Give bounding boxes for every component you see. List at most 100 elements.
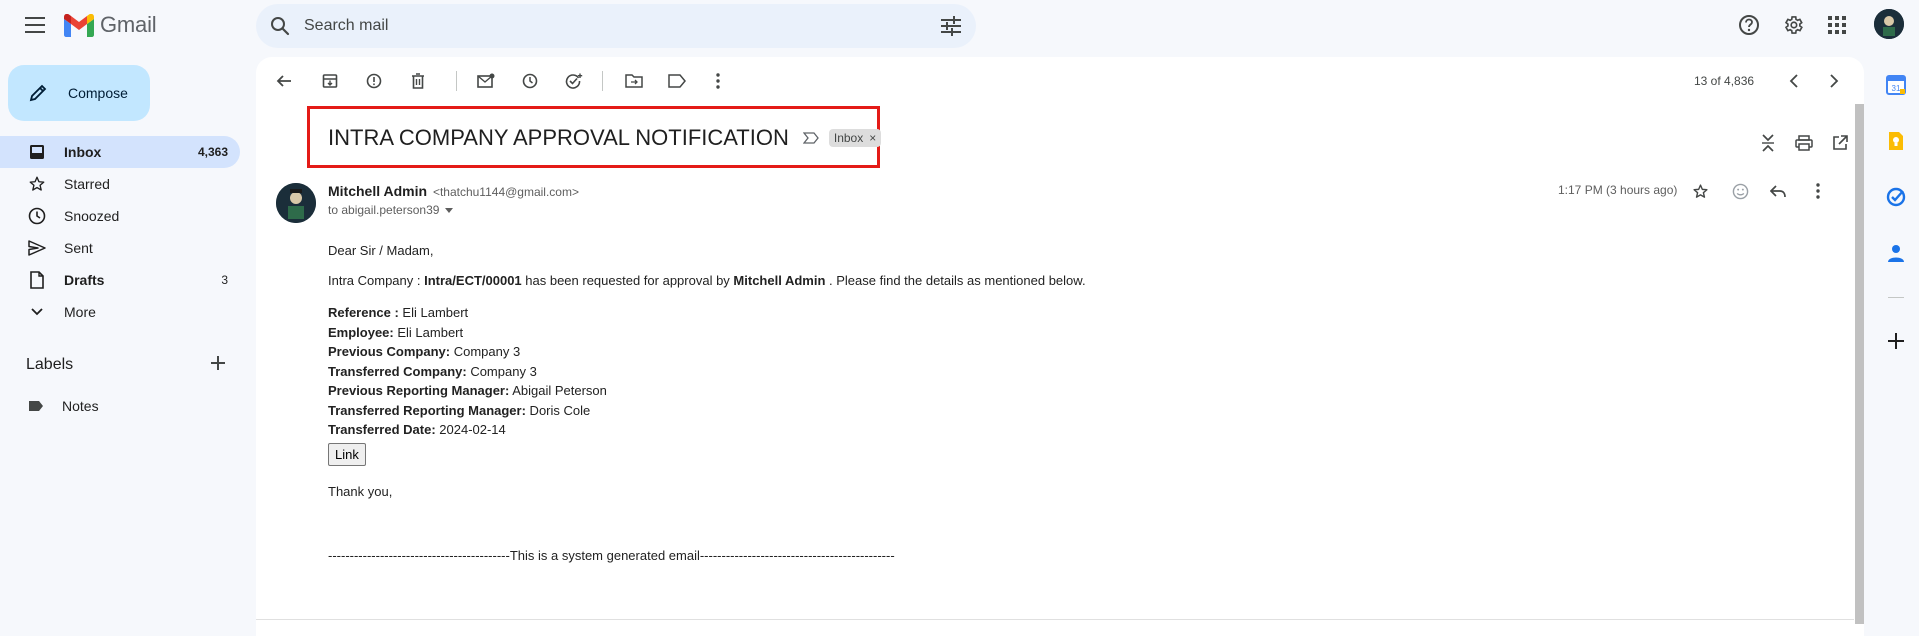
get-addons-button[interactable] [1878,323,1914,359]
email-timestamp: 1:17 PM (3 hours ago) [1558,183,1678,197]
gmail-logo[interactable]: Gmail [64,10,157,40]
back-button[interactable] [268,65,300,97]
chip-label: Inbox [833,131,864,145]
label-tag-icon [28,400,44,412]
system-generated-footer: ----------------------------------------… [328,548,895,563]
reply-button[interactable] [1762,175,1794,207]
sidebar-item-starred[interactable]: Starred [0,168,240,200]
intro-requester: Mitchell Admin [733,273,826,288]
sidebar-item-sent[interactable]: Sent [0,232,240,264]
tasks-app-button[interactable] [1878,179,1914,215]
svg-text:31: 31 [1892,84,1901,93]
sidebar-item-drafts[interactable]: Drafts 3 [0,264,240,296]
draft-file-icon [27,271,47,289]
detail-label: Transferred Reporting Manager: [328,402,526,418]
external-link-icon [1832,135,1848,151]
sidebar-item-inbox[interactable]: Inbox 4,363 [0,136,240,168]
search-options-icon[interactable] [940,15,962,37]
main-menu-button[interactable] [16,6,54,44]
detail-row: Reference : Eli Lambert [328,303,1086,323]
email-subject-row: INTRA COMPANY APPROVAL NOTIFICATION Inbo… [328,125,882,151]
intro-suffix: . Please find the details as mentioned b… [825,273,1086,288]
recipient-line[interactable]: to abigail.peterson39 [328,203,454,217]
collapse-icon [1761,134,1775,152]
detail-value: 2024-02-14 [435,422,506,437]
message-scrollbar[interactable] [1855,104,1864,624]
importance-marker-icon[interactable] [802,132,819,144]
apps-button[interactable] [1819,7,1855,43]
add-to-tasks-button[interactable] [558,65,590,97]
detail-row: Transferred Company: Company 3 [328,362,1086,382]
remove-label-icon[interactable]: × [869,131,876,145]
mark-unread-button[interactable] [470,65,502,97]
pencil-icon [8,83,48,103]
settings-button[interactable] [1775,7,1811,43]
trash-icon [411,73,425,89]
plus-icon [1888,333,1904,349]
clock-icon [27,207,47,225]
intro-middle: has been requested for approval by [521,273,734,288]
toolbar-divider [456,71,457,91]
delete-button[interactable] [402,65,434,97]
contacts-icon [1887,243,1905,263]
sidebar-item-label: Starred [64,176,110,192]
search-icon[interactable] [270,16,290,36]
add-reaction-button[interactable] [1724,175,1756,207]
keep-app-button[interactable] [1878,123,1914,159]
account-avatar[interactable] [1874,9,1904,39]
archive-button[interactable] [314,65,346,97]
hamburger-icon [25,17,45,33]
detail-value: Eli Lambert [398,305,469,320]
labels-button[interactable] [661,65,693,97]
search-input[interactable] [304,17,904,35]
gear-icon [1782,14,1804,36]
sender-name[interactable]: Mitchell Admin [328,183,427,199]
message-more-button[interactable] [1802,175,1834,207]
message-view: 13 of 4,836 INTRA COMPANY APPROVAL NOTIF… [256,57,1864,636]
support-button[interactable] [1731,7,1767,43]
chevron-left-icon [1789,74,1799,88]
newer-button[interactable] [1778,65,1810,97]
detail-value: Abigail Peterson [509,383,607,398]
email-subject: INTRA COMPANY APPROVAL NOTIFICATION [328,125,789,150]
sidebar-item-label: Drafts [64,272,105,288]
collapse-all-button[interactable] [1752,127,1784,159]
star-button[interactable] [1684,175,1716,207]
open-new-window-button[interactable] [1824,127,1856,159]
help-icon [1738,14,1760,36]
more-options-button[interactable] [702,65,734,97]
detail-label: Previous Reporting Manager: [328,383,510,398]
inbox-icon [27,144,47,160]
sidebar-item-label: Inbox [64,144,102,160]
create-label-button[interactable] [210,355,226,371]
toolbar-divider [602,71,603,91]
greeting: Dear Sir / Madam, [328,243,434,258]
send-icon [27,240,47,256]
print-all-button[interactable] [1788,127,1820,159]
move-to-button[interactable] [618,65,650,97]
report-spam-button[interactable] [358,65,390,97]
sidebar-item-notes[interactable]: Notes [0,390,240,422]
recipient-text: to abigail.peterson39 [328,203,440,217]
intro-prefix: Intra Company : [328,273,425,288]
detail-value: Doris Cole [525,402,591,418]
task-add-icon [565,73,583,89]
chevron-right-icon [1829,74,1839,88]
apps-grid-icon [1828,16,1846,34]
contacts-app-button[interactable] [1878,235,1914,271]
details-block: Reference : Eli Lambert Employee: Eli La… [328,303,1086,440]
link-button[interactable]: Link [328,442,366,466]
compose-button[interactable]: Compose [8,65,150,121]
card-divider [256,619,1854,620]
sender-avatar[interactable] [276,183,316,223]
gmail-m-icon [64,13,94,37]
emoji-icon [1732,183,1749,200]
calendar-app-button[interactable]: 31 [1878,67,1914,103]
snooze-button[interactable] [514,65,546,97]
sidebar-item-more[interactable]: More [0,296,240,328]
caret-down-icon[interactable] [439,207,454,213]
older-button[interactable] [1818,65,1850,97]
detail-label: Previous Company: [328,344,451,359]
sidebar-item-snoozed[interactable]: Snoozed [0,200,240,232]
more-vertical-icon [716,73,720,89]
